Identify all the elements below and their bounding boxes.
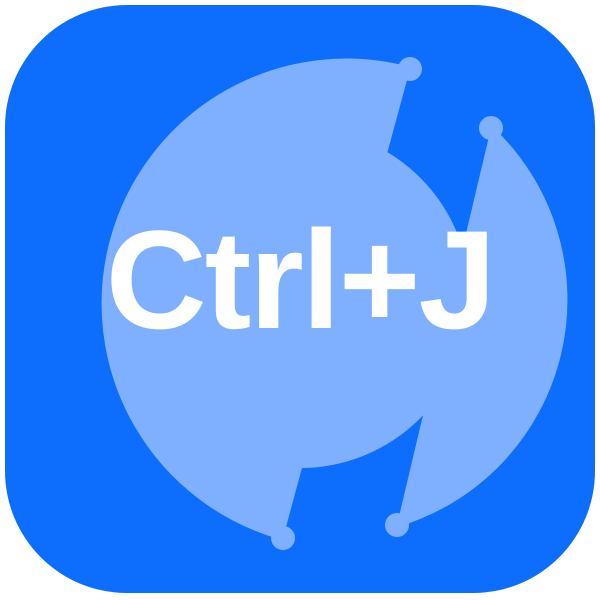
orbit-dot-top: [398, 57, 422, 81]
orbit-dot-bottom-right: [385, 513, 409, 537]
orbit-dot-right: [479, 116, 503, 140]
icon-label: Ctrl+J: [105, 201, 497, 358]
orbit-dot-bottom-left: [271, 526, 295, 550]
app-icon-canvas: Ctrl+J: [0, 0, 600, 600]
